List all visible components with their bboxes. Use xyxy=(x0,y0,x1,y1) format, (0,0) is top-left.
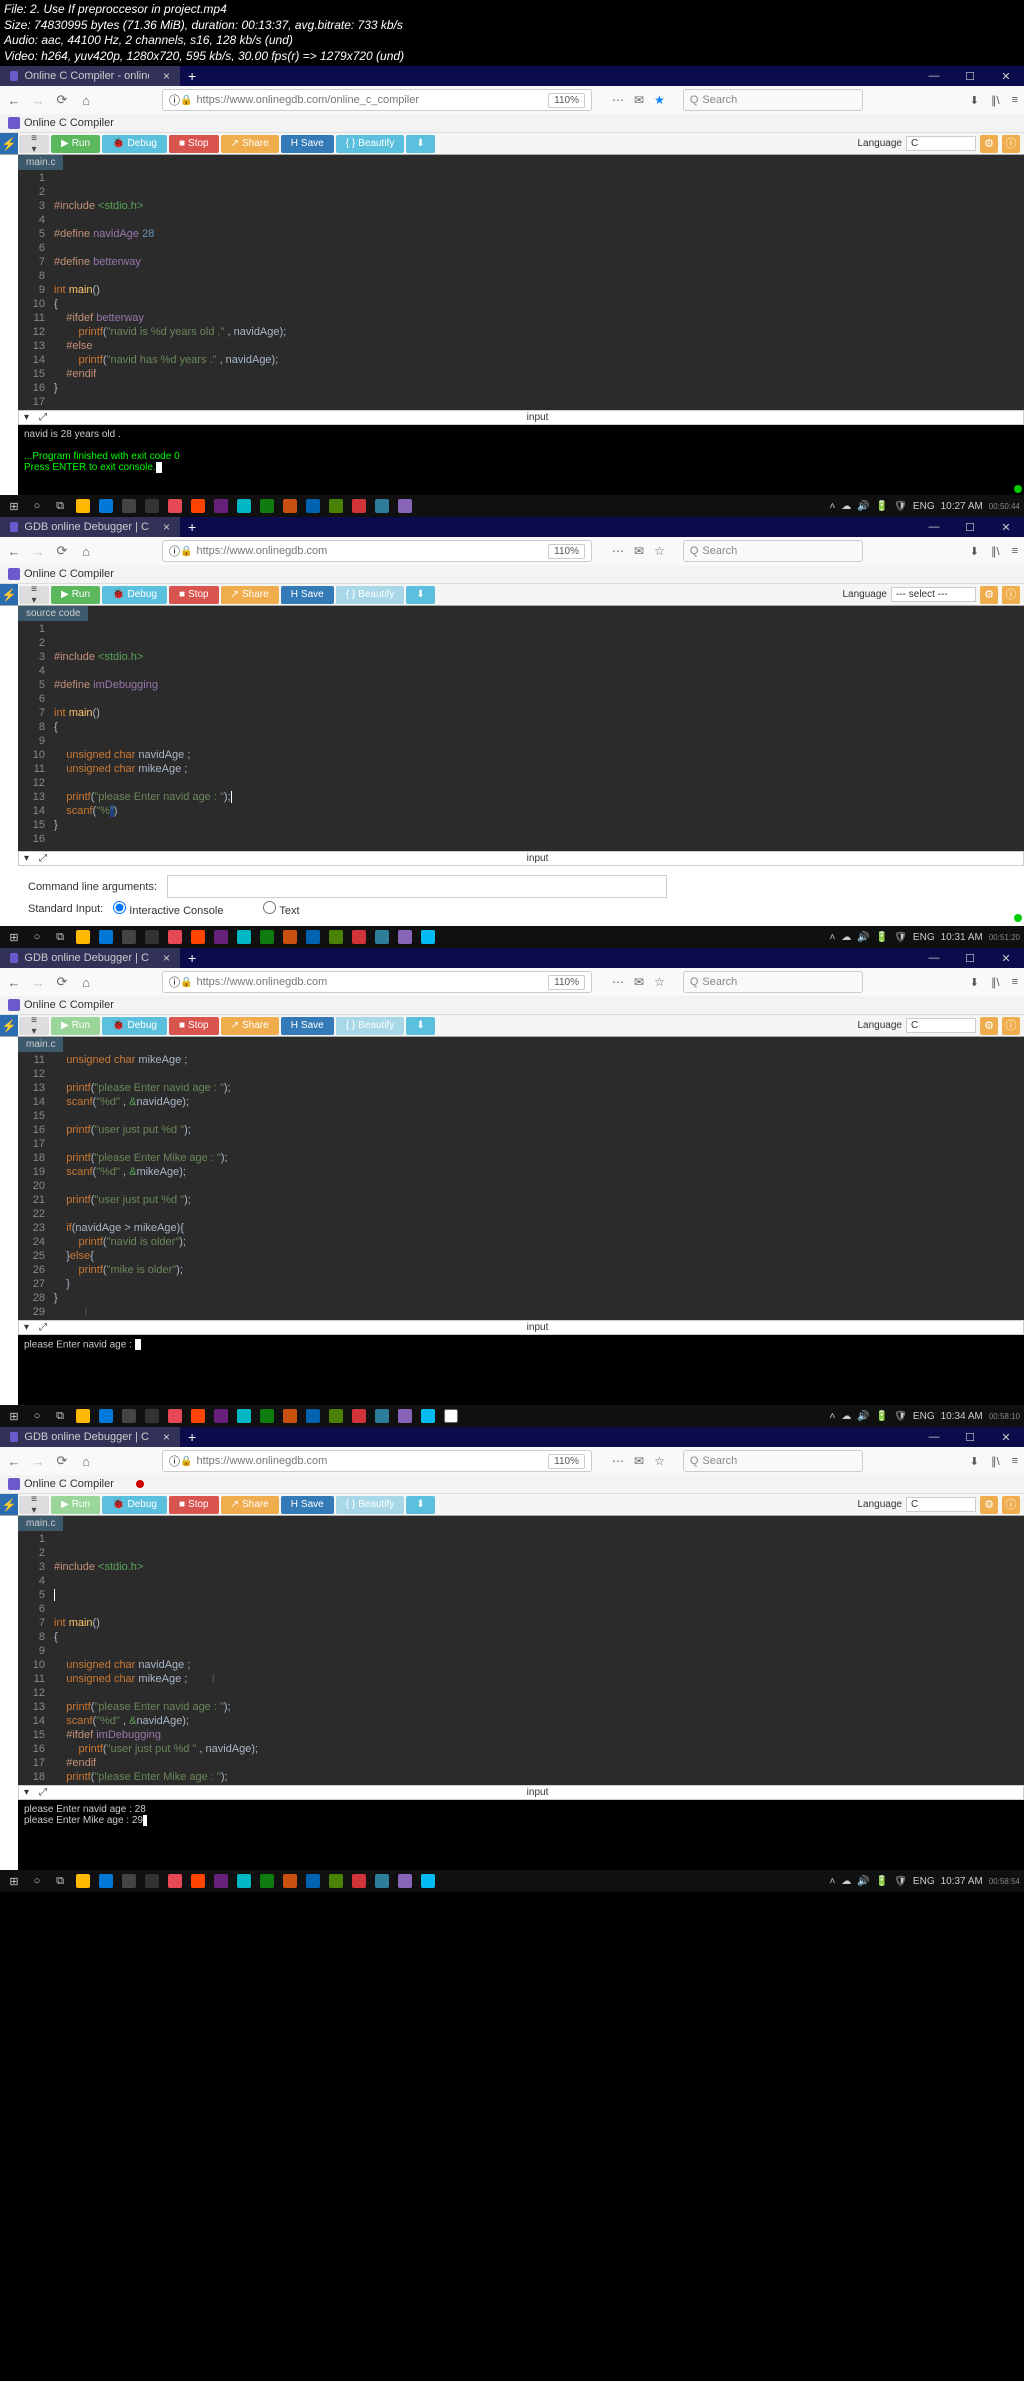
file-metadata: File: 2. Use If preproccesor in project.… xyxy=(0,0,1024,66)
browser-tab[interactable]: GDB online Debugger | Compi × xyxy=(0,517,180,537)
save-button[interactable]: H Save xyxy=(281,586,334,604)
file-tab[interactable]: source code xyxy=(18,606,88,621)
library-icon[interactable]: ∥\ xyxy=(991,94,1000,107)
clock[interactable]: 10:27 AM xyxy=(941,501,983,512)
more-icon[interactable]: ⋯ xyxy=(612,93,624,107)
cortana-icon[interactable]: ○ xyxy=(27,497,47,515)
code-editor[interactable]: 123456789101112131415161718 #include <st… xyxy=(18,1531,1024,1785)
clock[interactable]: 10:34 AM xyxy=(941,1411,983,1422)
file-tab[interactable]: main.c xyxy=(18,155,63,170)
forward-button[interactable]: → xyxy=(30,93,46,108)
console-output[interactable]: please Enter navid age : 28 please Enter… xyxy=(18,1800,1024,1870)
clock[interactable]: 10:37 AM xyxy=(941,1876,983,1887)
lock-icon: 🔒 xyxy=(180,95,192,106)
browser-tab[interactable]: GDB online Debugger | Compi × xyxy=(0,948,180,968)
stdin-label: Standard Input: xyxy=(28,903,103,915)
info-icon[interactable]: ⓘ xyxy=(169,92,180,108)
task-view-icon[interactable]: ⧉ xyxy=(50,497,70,515)
run-button[interactable]: ▶ Run xyxy=(51,135,100,153)
io-panel-header[interactable]: ▾ ⤢ input xyxy=(18,410,1024,425)
settings-button[interactable]: ⚙ xyxy=(980,135,998,153)
language-select[interactable]: C xyxy=(906,136,976,151)
bookmark-item[interactable]: Online C Compiler xyxy=(24,117,114,129)
beautify-button[interactable]: { } Beautify xyxy=(336,586,405,604)
language-select[interactable]: --- select --- xyxy=(891,587,976,602)
beautify-button[interactable]: { } Beautify xyxy=(336,135,405,153)
tray-up-icon[interactable]: ˄ xyxy=(829,501,835,512)
menu-button[interactable]: ≡ ▾ xyxy=(19,135,49,153)
stop-button[interactable]: ■ Stop xyxy=(169,135,219,153)
address-bar: ← → ⟳ ⌂ ⓘ 🔒 https://www.onlinegdb.com/on… xyxy=(0,86,1024,114)
back-button[interactable]: ← xyxy=(6,93,22,108)
search-input[interactable]: QSearch xyxy=(683,540,863,562)
cli-args-input[interactable] xyxy=(167,875,667,898)
clock[interactable]: 10:31 AM xyxy=(941,932,983,943)
home-button[interactable]: ⌂ xyxy=(78,93,94,108)
language-label: Language xyxy=(858,138,903,149)
stop-button[interactable]: ■ Stop xyxy=(169,586,219,604)
cli-settings-pane: Command line arguments: Standard Input: … xyxy=(18,866,1024,926)
sidebar-toggle[interactable]: ⚡ xyxy=(0,133,18,154)
windows-taskbar[interactable]: ⊞○⧉ ˄☁🔊🔋🛡 ENG10:31 AM 00:51:20 xyxy=(0,926,1024,948)
menu-icon[interactable]: ≡ xyxy=(1012,94,1018,107)
reload-button[interactable]: ⟳ xyxy=(54,92,70,108)
language-indicator[interactable]: ENG xyxy=(913,501,935,512)
url-input[interactable]: ⓘ🔒 https://www.onlinegdb.com 110% xyxy=(162,540,592,562)
info-button[interactable]: ⓘ xyxy=(1002,135,1020,153)
new-tab-button[interactable]: + xyxy=(180,519,204,535)
io-panel-header[interactable]: ▾⤢ input xyxy=(18,851,1024,866)
download-button[interactable]: ⬇ xyxy=(406,135,434,153)
maximize-button[interactable]: ☐ xyxy=(952,70,988,83)
code-editor[interactable]: 11121314151617181920212223242526272829 u… xyxy=(18,1052,1024,1320)
close-tab-icon[interactable]: × xyxy=(163,520,170,534)
url-input[interactable]: ⓘ 🔒 https://www.onlinegdb.com/online_c_c… xyxy=(162,89,592,111)
windows-taskbar[interactable]: ⊞ ○ ⧉ ˄ ☁🔊🔋🛡 ENG 10:27 AM 00:50:44 xyxy=(0,495,1024,517)
bookmark-bar: Online C Compiler xyxy=(0,114,1024,133)
expand-icon[interactable]: ⤢ xyxy=(34,411,52,424)
share-button[interactable]: ↗ Share xyxy=(221,135,279,153)
favicon xyxy=(8,117,20,129)
reader-icon[interactable]: ✉ xyxy=(634,93,644,107)
stdin-radio-text[interactable]: Text xyxy=(263,901,299,917)
search-input[interactable]: Q Search xyxy=(683,89,863,111)
new-tab-button[interactable]: + xyxy=(180,68,204,84)
console-output[interactable]: please Enter navid age : xyxy=(18,1335,1024,1405)
run-button[interactable]: ▶ Run xyxy=(51,586,100,604)
close-tab-icon[interactable]: × xyxy=(163,69,170,83)
input-label: input xyxy=(52,412,1023,423)
browser-tab[interactable]: Online C Compiler - online edi × xyxy=(0,66,180,86)
start-button[interactable]: ⊞ xyxy=(4,497,24,515)
line-gutter: 1234567891011121314151617 xyxy=(18,170,50,410)
downloads-icon[interactable]: ⬇ xyxy=(970,94,979,107)
share-button[interactable]: ↗ Share xyxy=(221,586,279,604)
console-output: navid is 28 years old . ...Program finis… xyxy=(18,425,1024,495)
stdin-radio-console[interactable]: Interactive Console xyxy=(113,901,223,917)
code-editor[interactable]: 12345678910111213141516 #include <stdio.… xyxy=(18,621,1024,847)
search-icon: Q xyxy=(690,94,699,106)
back-button[interactable]: ← xyxy=(6,544,22,559)
debug-button[interactable]: 🐞 Debug xyxy=(102,135,167,153)
bookmark-star-icon[interactable]: ★ xyxy=(654,93,665,107)
save-button[interactable]: H Save xyxy=(281,135,334,153)
zoom-badge[interactable]: 110% xyxy=(548,93,585,108)
code-editor[interactable]: 1234567891011121314151617 #include <stdi… xyxy=(18,170,1024,410)
collapse-icon[interactable]: ▾ xyxy=(19,411,34,424)
debug-button[interactable]: 🐞 Debug xyxy=(102,586,167,604)
recording-indicator xyxy=(136,1480,144,1488)
minimize-button[interactable]: — xyxy=(916,70,952,83)
cli-args-label: Command line arguments: xyxy=(28,881,157,893)
close-button[interactable]: ✕ xyxy=(988,70,1024,83)
ide-toolbar: ⚡ ≡ ▾ ▶ Run 🐞 Debug ■ Stop ↗ Share H Sav… xyxy=(0,133,1024,155)
favicon xyxy=(10,71,18,81)
browser-tab[interactable]: GDB online Debugger | Compi × xyxy=(0,1427,180,1447)
window-titlebar: Online C Compiler - online edi × + — ☐ ✕ xyxy=(0,66,1024,86)
